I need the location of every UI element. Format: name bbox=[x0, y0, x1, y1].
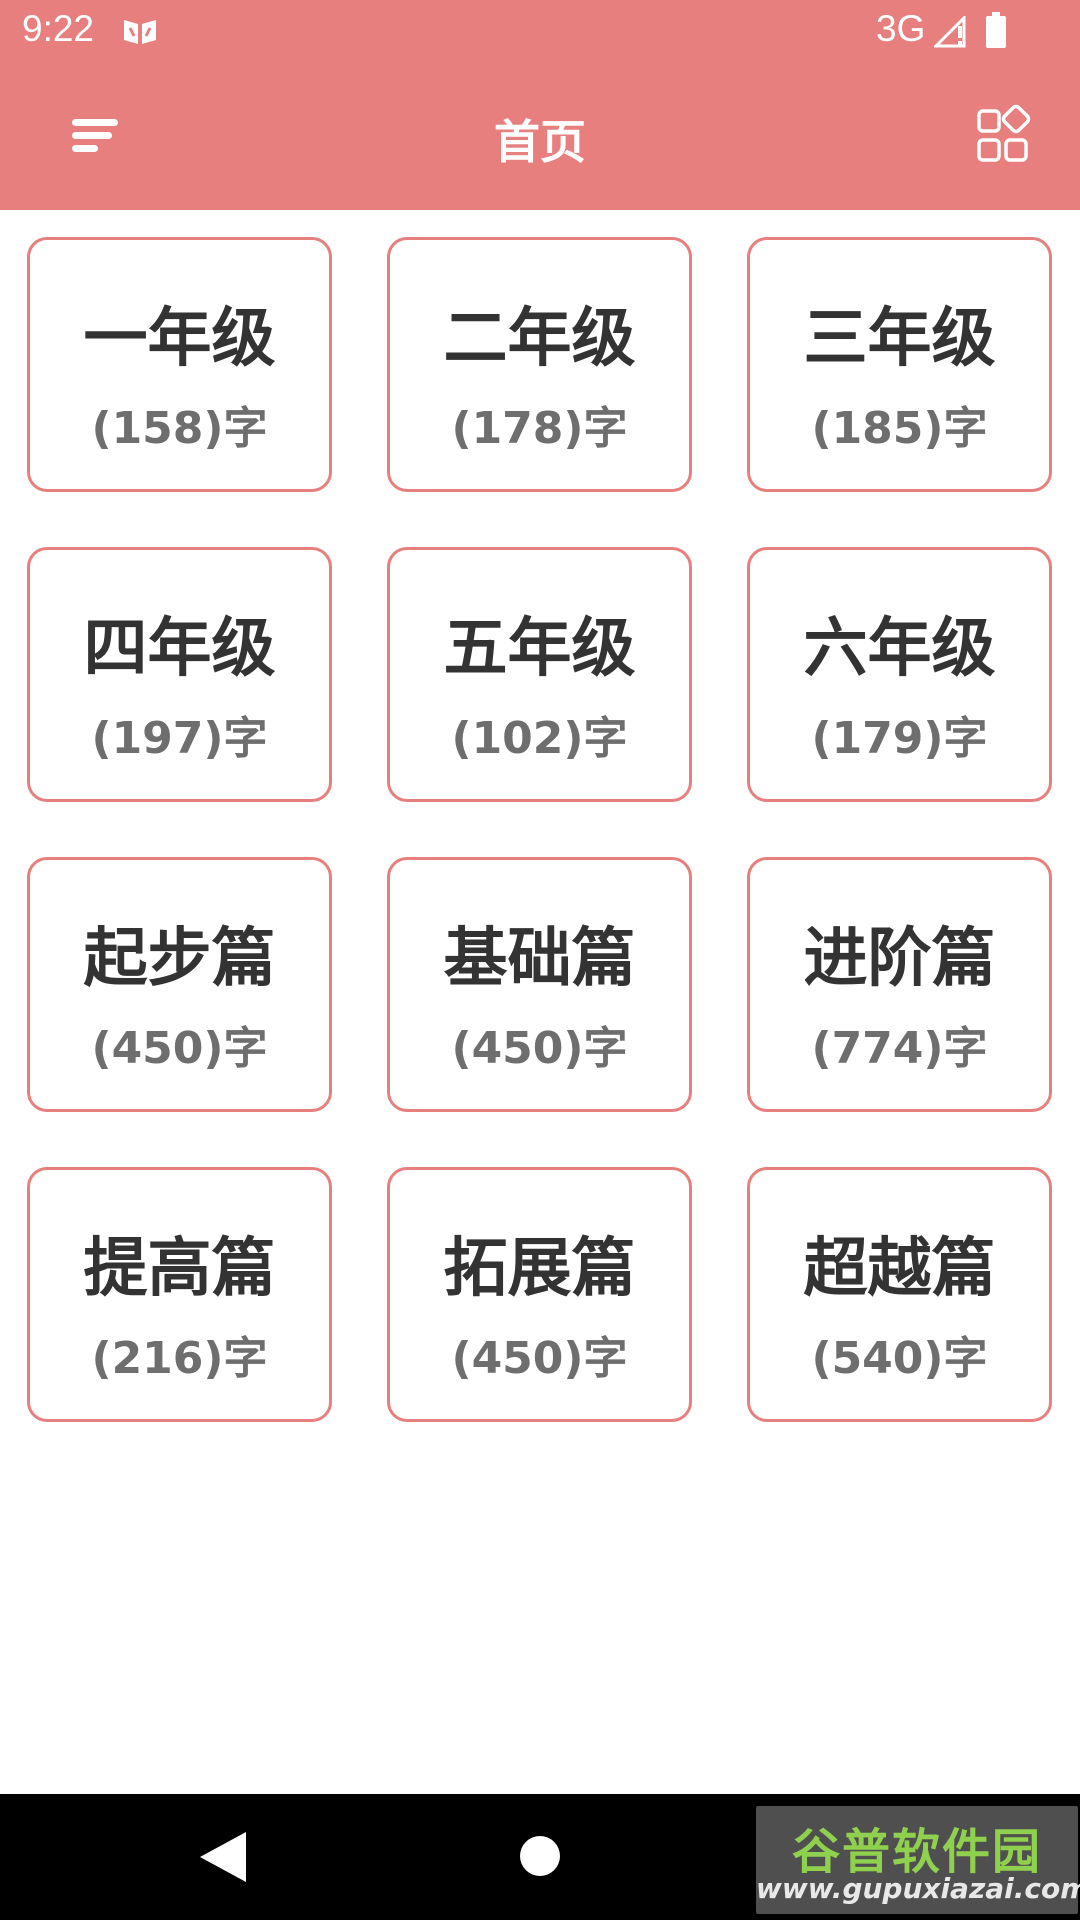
card-title: 六年级 bbox=[803, 612, 996, 686]
card-title: 起步篇 bbox=[83, 922, 276, 996]
grade-card-8[interactable]: 基础篇 (450)字 bbox=[387, 857, 692, 1112]
grade-card-2[interactable]: 二年级 (178)字 bbox=[387, 237, 692, 492]
card-count: (450)字 bbox=[451, 1023, 628, 1074]
card-count: (102)字 bbox=[451, 713, 628, 764]
grade-card-3[interactable]: 三年级 (185)字 bbox=[747, 237, 1052, 492]
home-circle-icon[interactable] bbox=[520, 1836, 560, 1876]
back-triangle-icon[interactable] bbox=[196, 1830, 248, 1884]
card-title: 提高篇 bbox=[83, 1232, 276, 1306]
card-count: (450)字 bbox=[451, 1333, 628, 1384]
card-title: 三年级 bbox=[803, 302, 996, 376]
navigation-bar: 谷普软件园 www.gupuxiazai.com bbox=[0, 1794, 1080, 1920]
grade-card-9[interactable]: 进阶篇 (774)字 bbox=[747, 857, 1052, 1112]
card-count: (450)字 bbox=[91, 1023, 268, 1074]
card-title: 四年级 bbox=[83, 612, 276, 686]
card-title: 基础篇 bbox=[443, 922, 636, 996]
page-title: 首页 bbox=[494, 115, 586, 169]
grade-card-10[interactable]: 提高篇 (216)字 bbox=[27, 1167, 332, 1422]
card-count: (178)字 bbox=[451, 403, 628, 454]
card-count: (179)字 bbox=[811, 713, 988, 764]
grade-card-6[interactable]: 六年级 (179)字 bbox=[747, 547, 1052, 802]
card-count: (185)字 bbox=[811, 403, 988, 454]
grade-card-4[interactable]: 四年级 (197)字 bbox=[27, 547, 332, 802]
card-count: (216)字 bbox=[91, 1333, 268, 1384]
card-count: (158)字 bbox=[91, 403, 268, 454]
grade-card-1[interactable]: 一年级 (158)字 bbox=[27, 237, 332, 492]
battery-icon bbox=[986, 12, 1006, 48]
grade-card-5[interactable]: 五年级 (102)字 bbox=[387, 547, 692, 802]
status-time: 9:22 bbox=[22, 8, 95, 49]
grid-layout-icon[interactable] bbox=[960, 103, 1042, 175]
watermark-url: www.gupuxiazai.com bbox=[756, 1872, 1080, 1905]
card-title: 二年级 bbox=[443, 302, 636, 376]
app-notification-icon bbox=[124, 20, 156, 44]
menu-sort-icon[interactable] bbox=[52, 98, 138, 174]
watermark: 谷普软件园 www.gupuxiazai.com bbox=[756, 1806, 1080, 1914]
card-title: 拓展篇 bbox=[443, 1232, 636, 1306]
card-count: (540)字 bbox=[811, 1333, 988, 1384]
card-title: 一年级 bbox=[83, 302, 276, 376]
status-bar: 9:22 3G bbox=[0, 0, 1080, 63]
network-type: 3G bbox=[876, 8, 926, 49]
grade-card-11[interactable]: 拓展篇 (450)字 bbox=[387, 1167, 692, 1422]
card-title: 五年级 bbox=[443, 612, 636, 686]
card-count: (197)字 bbox=[91, 713, 268, 764]
app-bar: 首页 bbox=[0, 63, 1080, 210]
card-title: 进阶篇 bbox=[803, 922, 996, 996]
signal-icon bbox=[934, 16, 966, 48]
card-title: 超越篇 bbox=[803, 1232, 996, 1306]
grade-card-7[interactable]: 起步篇 (450)字 bbox=[27, 857, 332, 1112]
grade-card-12[interactable]: 超越篇 (540)字 bbox=[747, 1167, 1052, 1422]
card-count: (774)字 bbox=[811, 1023, 988, 1074]
